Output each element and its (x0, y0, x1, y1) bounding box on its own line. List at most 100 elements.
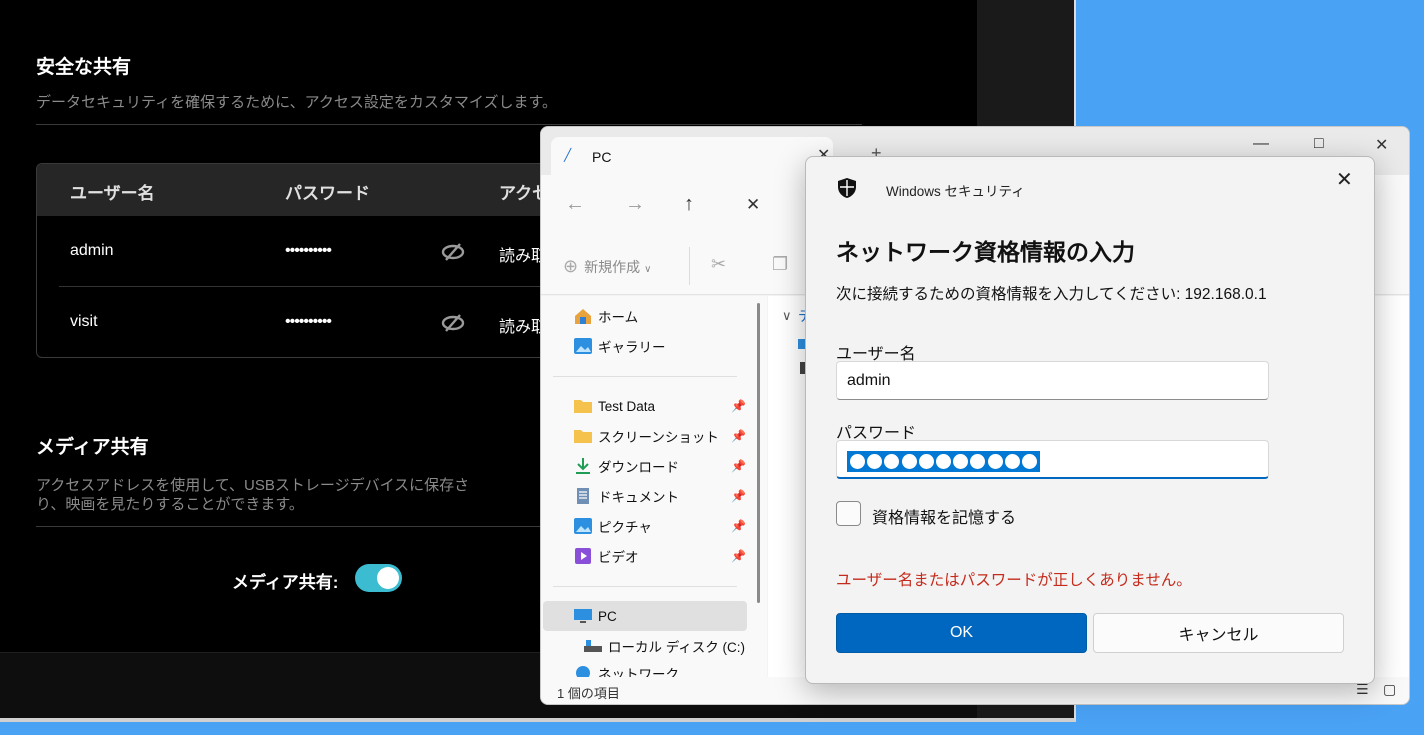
nav-item-label: Test Data (598, 398, 656, 414)
password-dot (901, 454, 917, 469)
nav-item-pictures[interactable]: ピクチャ (573, 513, 652, 539)
divider (553, 586, 737, 587)
password-selection (847, 451, 1041, 472)
chevron-down-icon: ∨ (644, 264, 652, 275)
new-button[interactable]: ⊕ 新規作成 ∨ (563, 256, 651, 277)
nav-item-screenshots[interactable]: スクリーンショット (573, 423, 719, 449)
nav-item-pc[interactable]: PC (573, 603, 617, 629)
pin-icon[interactable]: 📌 (731, 459, 746, 473)
new-button-label: 新規作成 (584, 259, 641, 275)
drive-icon (584, 640, 602, 652)
column-header-username: ユーザー名 (70, 184, 155, 203)
nav-item-local-disk[interactable]: ローカル ディスク (C:) (583, 633, 745, 659)
password-dot (867, 454, 883, 469)
cut-icon[interactable]: ✂ (711, 254, 726, 275)
toggle-knob (377, 567, 399, 589)
cancel-button[interactable]: キャンセル (1093, 613, 1344, 653)
password-dot (953, 454, 969, 469)
nav-item-label: ギャラリー (598, 340, 666, 355)
nav-item-label: ドキュメント (598, 490, 679, 505)
folder-icon (574, 400, 592, 413)
error-message: ユーザー名またはパスワードが正しくありません。 (836, 572, 1192, 589)
dialog-subtitle: 次に接続するための資格情報を入力してください: 192.168.0.1 (836, 286, 1267, 303)
ok-button[interactable]: OK (836, 613, 1087, 653)
password-dot (918, 454, 934, 469)
dialog-app-title: Windows セキュリティ (886, 184, 1025, 199)
remember-credentials-label[interactable]: 資格情報を記憶する (872, 504, 1016, 528)
maximize-icon[interactable]: □ (1314, 135, 1324, 153)
password-dot (850, 454, 866, 469)
pictures-icon (574, 518, 592, 534)
navigation-scrollbar[interactable] (757, 303, 760, 603)
divider (36, 124, 862, 125)
nav-item-label: ホーム (598, 310, 639, 325)
nav-item-downloads[interactable]: ダウンロード (573, 453, 679, 479)
password-dot (884, 454, 900, 469)
divider (689, 247, 690, 285)
media-share-description-line2: り、映画を見たりすることができます。 (36, 496, 304, 513)
table-row-password: •••••••••• (285, 242, 332, 259)
tab-pc[interactable]: ╱ PC ✕ (551, 137, 833, 177)
remember-credentials-checkbox[interactable] (836, 501, 861, 526)
nav-item-label: スクリーンショット (598, 430, 719, 445)
username-field[interactable]: admin (836, 361, 1269, 400)
loading-icon: ╱ (564, 148, 572, 162)
nav-item-label: ビデオ (598, 550, 639, 565)
nav-item-label: ピクチャ (598, 520, 652, 535)
home-icon (575, 309, 591, 324)
media-share-title: メディア共有 (36, 437, 149, 458)
dialog-heading: ネットワーク資格情報の入力 (836, 239, 1135, 265)
windows-security-dialog: Windows セキュリティ ✕ ネットワーク資格情報の入力 次に接続するための… (805, 156, 1375, 684)
up-arrow-icon[interactable]: ↑ (684, 193, 694, 216)
password-dot (1004, 454, 1020, 469)
nav-item-videos[interactable]: ビデオ (573, 543, 639, 569)
column-header-password: パスワード (285, 184, 370, 203)
document-icon (577, 488, 589, 504)
pin-icon[interactable]: 📌 (731, 399, 746, 413)
nav-item-home[interactable]: ホーム (573, 303, 638, 329)
close-window-icon[interactable]: ✕ (1375, 135, 1388, 155)
password-dot (1021, 454, 1037, 469)
media-share-toggle[interactable] (355, 564, 402, 592)
close-icon[interactable]: ✕ (1336, 167, 1353, 192)
nav-item-label: PC (598, 608, 617, 624)
shield-icon (838, 178, 856, 198)
nav-item-gallery[interactable]: ギャラリー (573, 333, 666, 359)
video-icon (575, 548, 591, 564)
gallery-icon (574, 338, 592, 354)
download-icon (576, 458, 590, 474)
table-row-password: •••••••••• (285, 313, 332, 330)
password-dot (970, 454, 986, 469)
forward-arrow-icon[interactable]: → (625, 193, 645, 216)
item-count: 1 個の項目 (557, 686, 620, 701)
password-dot (936, 454, 952, 469)
hide-password-icon[interactable] (440, 313, 466, 333)
minimize-icon[interactable]: — (1253, 135, 1269, 153)
add-circle-icon: ⊕ (563, 256, 579, 276)
secure-share-title: 安全な共有 (36, 57, 132, 78)
table-row-username: visit (70, 313, 98, 330)
pin-icon[interactable]: 📌 (731, 549, 746, 563)
hide-password-icon[interactable] (440, 242, 466, 262)
password-field[interactable] (836, 440, 1269, 479)
nav-item-test-data[interactable]: Test Data (573, 393, 655, 419)
tab-label: PC (592, 149, 612, 165)
media-share-toggle-label: メディア共有: (232, 573, 339, 592)
pin-icon[interactable]: 📌 (731, 519, 746, 533)
back-arrow-icon[interactable]: ← (565, 193, 585, 216)
pin-icon[interactable]: 📌 (731, 429, 746, 443)
table-row-username: admin (70, 242, 114, 259)
secure-share-description: データセキュリティを確保するために、アクセス設定をカスタマイズします。 (36, 94, 557, 111)
nav-item-documents[interactable]: ドキュメント (573, 483, 679, 509)
copy-icon[interactable]: ❐ (772, 254, 788, 275)
pin-icon[interactable]: 📌 (731, 489, 746, 503)
chevron-down-icon[interactable]: ∨ (782, 308, 792, 324)
divider (553, 376, 737, 377)
password-dot (987, 454, 1003, 469)
folder-icon (574, 430, 592, 443)
nav-item-label: ダウンロード (598, 460, 679, 475)
computer-icon (574, 609, 592, 623)
nav-item-label: ローカル ディスク (C:) (608, 640, 746, 655)
tiles-view-icon[interactable]: ▢ (1383, 681, 1396, 698)
stop-loading-icon[interactable]: ✕ (746, 195, 760, 215)
